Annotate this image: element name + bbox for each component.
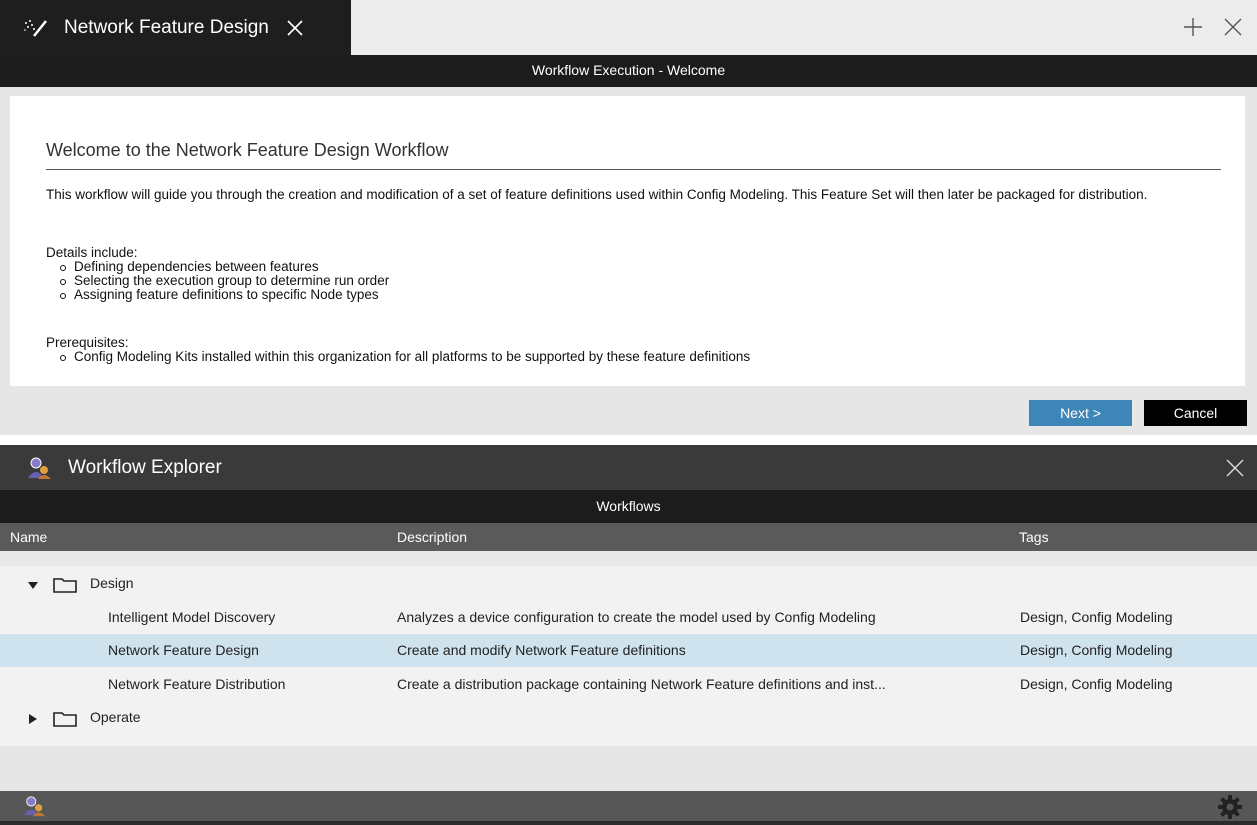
close-window-icon[interactable] (1222, 16, 1244, 38)
workflow-explorer-icon (26, 456, 52, 480)
workflow-description: Create a distribution package containing… (397, 676, 886, 692)
workflow-description: Create and modify Network Feature defini… (397, 642, 686, 658)
caret-right-icon[interactable] (27, 712, 39, 724)
workflow-name: Network Feature Distribution (108, 676, 286, 692)
cancel-button[interactable]: Cancel (1144, 400, 1247, 426)
list-item: Assigning feature definitions to specifi… (60, 288, 389, 302)
folder-icon (52, 576, 78, 594)
prerequisites-list: Config Modeling Kits installed within th… (60, 350, 750, 364)
table-spacer (0, 551, 1257, 566)
window-gap (0, 435, 1257, 445)
folder-label: Design (90, 575, 134, 591)
workflow-name: Intelligent Model Discovery (108, 609, 276, 625)
intro-text: This workflow will guide you through the… (46, 187, 1148, 202)
heading-divider (46, 169, 1221, 170)
details-list: Defining dependencies between features S… (60, 260, 389, 302)
close-tab-icon[interactable] (285, 18, 305, 38)
list-item: Selecting the execution group to determi… (60, 274, 389, 288)
tab-title: Network Feature Design (64, 16, 269, 38)
workflow-tags: Design, Config Modeling (1020, 676, 1173, 692)
prerequisites-label: Prerequisites: (46, 335, 129, 350)
table-header: Name Description Tags (0, 523, 1257, 551)
workflows-section-header: Workflows (0, 490, 1257, 523)
workflow-explorer-icon[interactable] (22, 795, 46, 817)
next-button[interactable]: Next > (1029, 400, 1132, 426)
column-header-tags[interactable]: Tags (1019, 529, 1049, 545)
workflow-name: Network Feature Design (108, 642, 259, 658)
column-header-name[interactable]: Name (10, 529, 47, 545)
column-header-description[interactable]: Description (397, 529, 467, 545)
folder-label: Operate (90, 709, 141, 725)
welcome-heading: Welcome to the Network Feature Design Wo… (46, 140, 449, 160)
folder-operate[interactable]: Operate (0, 701, 400, 734)
add-tab-icon[interactable] (1182, 16, 1204, 38)
workflow-execution-header: Workflow Execution - Welcome (0, 55, 1257, 87)
table-row[interactable]: Intelligent Model Discovery Analyzes a d… (0, 601, 1257, 634)
workflow-description: Analyzes a device configuration to creat… (397, 609, 876, 625)
table-row-selected[interactable]: Network Feature Design Create and modify… (0, 634, 1257, 667)
explorer-title: Workflow Explorer (68, 456, 222, 478)
close-explorer-icon[interactable] (1224, 457, 1246, 479)
tab-network-feature-design[interactable]: Network Feature Design (0, 0, 351, 55)
magic-wand-icon (22, 16, 56, 40)
welcome-panel: Welcome to the Network Feature Design Wo… (10, 96, 1245, 386)
workflow-tree-table: Design Intelligent Model Discovery Analy… (0, 551, 1257, 746)
tab-bar: Network Feature Design (0, 0, 1257, 55)
workflow-tags: Design, Config Modeling (1020, 642, 1173, 658)
table-row[interactable]: Network Feature Distribution Create a di… (0, 668, 1257, 701)
caret-down-icon[interactable] (27, 578, 39, 590)
gear-icon[interactable] (1217, 794, 1243, 820)
folder-design[interactable]: Design (0, 567, 400, 600)
folder-icon (52, 710, 78, 728)
explorer-empty-area (0, 746, 1257, 791)
details-label: Details include: (46, 245, 138, 260)
list-item: Defining dependencies between features (60, 260, 389, 274)
welcome-content-frame: Welcome to the Network Feature Design Wo… (0, 87, 1257, 445)
status-bar (0, 791, 1257, 821)
workflow-tags: Design, Config Modeling (1020, 609, 1173, 625)
list-item: Config Modeling Kits installed within th… (60, 350, 750, 364)
workflow-explorer-titlebar: Workflow Explorer (0, 445, 1257, 490)
